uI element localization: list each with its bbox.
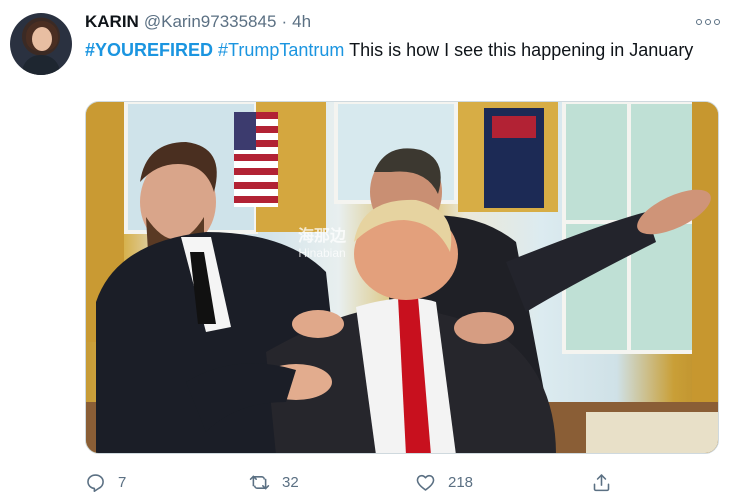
more-horizontal-icon [705,19,711,25]
share-button[interactable] [591,468,612,496]
tweet-body: This is how I see this happening in Janu… [349,40,694,60]
watermark: 海那边 Hinabian [298,228,346,262]
tweet[interactable]: KARIN @Karin97335845 · 4h #YOUREFIRED #T… [0,0,738,495]
retweet-button[interactable]: 32 [249,468,299,496]
more-horizontal-icon [696,19,702,25]
watermark-main: 海那边 [298,228,347,245]
hashtag-link[interactable]: #TrumpTantrum [218,40,344,60]
hashtag-link[interactable]: #YOUREFIRED [85,40,213,60]
watermark-sub: Hinabian [298,246,346,260]
author-name[interactable]: KARIN [85,12,139,32]
author-handle[interactable]: @Karin97335845 [144,12,277,32]
reply-count: 7 [118,473,127,491]
tweet-media-image[interactable]: 海那边 Hinabian [85,101,719,454]
more-options-button[interactable] [696,14,720,30]
tweet-actions: 7 32 218 [85,468,625,496]
tweet-timestamp[interactable]: 4h [292,12,311,32]
separator-dot: · [281,12,288,31]
retweet-icon [249,475,270,489]
avatar-shirt [22,55,60,75]
avatar-face [32,27,52,51]
tweet-text: #YOUREFIRED #TrumpTantrum This is how I … [85,38,705,63]
avatar[interactable] [10,13,72,75]
share-icon [593,473,610,491]
reply-icon [87,473,104,492]
photo-illustration [86,102,718,453]
tweet-header: KARIN @Karin97335845 · 4h [85,12,311,34]
heart-icon [416,474,435,491]
like-count: 218 [448,473,474,491]
retweet-count: 32 [282,473,299,491]
more-horizontal-icon [714,19,720,25]
like-button[interactable]: 218 [415,468,473,496]
reply-button[interactable]: 7 [85,468,126,496]
